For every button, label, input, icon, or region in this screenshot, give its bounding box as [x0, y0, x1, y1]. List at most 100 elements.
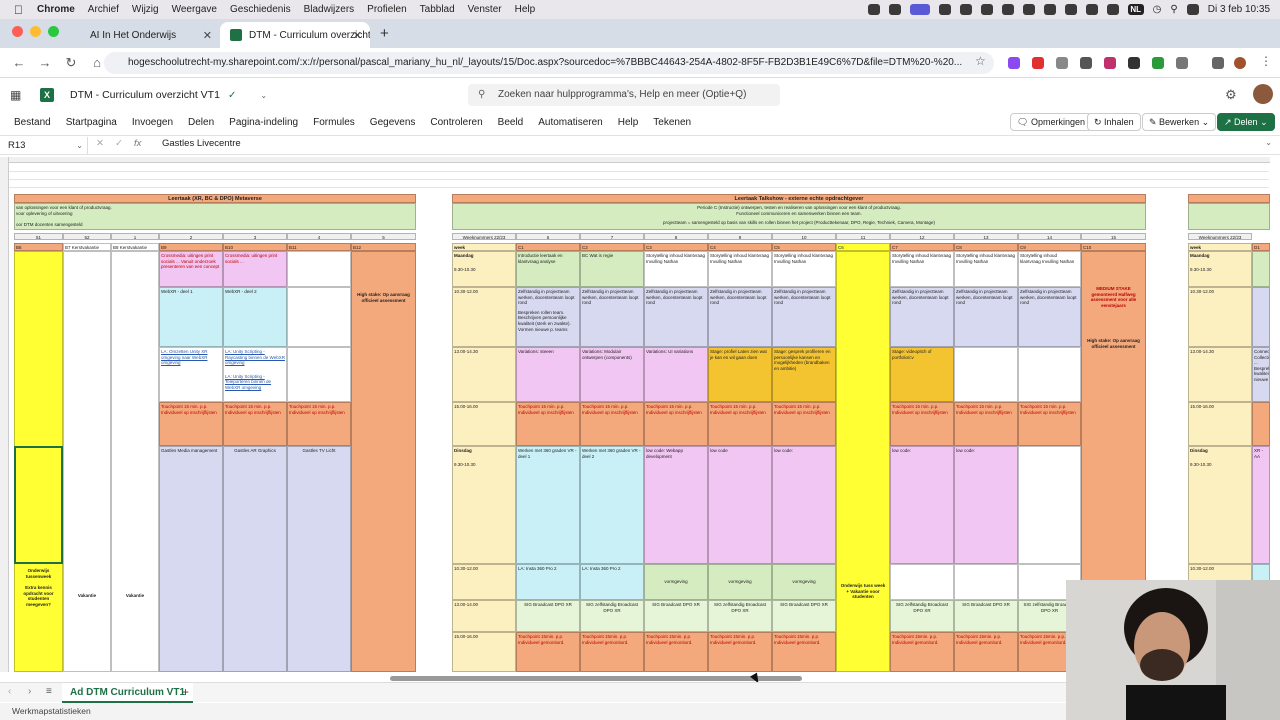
- week-number-cell[interactable]: 14: [1018, 233, 1081, 240]
- tab-automatiseren[interactable]: Automatiseren: [538, 117, 602, 128]
- sig-cell[interactable]: SIG Broadcast DPO XR: [644, 600, 708, 632]
- tab-startpagina[interactable]: Startpagina: [66, 117, 117, 128]
- code-cell[interactable]: B12: [351, 243, 416, 251]
- chrome-menu-icon[interactable]: ⋮: [1260, 54, 1272, 68]
- week-number-cell[interactable]: 8: [644, 233, 708, 240]
- download-icon[interactable]: [1212, 57, 1224, 69]
- user-avatar[interactable]: [1253, 84, 1273, 104]
- week-number-cell[interactable]: 7: [580, 233, 644, 240]
- extension-icon[interactable]: [1104, 57, 1116, 69]
- code-cell[interactable]: B10: [223, 243, 287, 251]
- control-center-icon[interactable]: [1186, 4, 1199, 15]
- sig-cell[interactable]: SIG Broadcast DPO XR: [516, 600, 580, 632]
- empty-cell[interactable]: [954, 564, 1018, 600]
- code-cell[interactable]: D1: [1252, 243, 1270, 251]
- week-number-cell[interactable]: 5: [351, 233, 416, 240]
- search-icon[interactable]: ⚲: [1170, 4, 1177, 15]
- left-block-title[interactable]: Leertaak (XR, BC & DPO) Metaverse: [14, 194, 416, 203]
- menu-bladwijzers[interactable]: Bladwijzers: [304, 4, 355, 15]
- webxr-cell[interactable]: WebXR - deel 1: [159, 287, 223, 347]
- schedule-cell[interactable]: Stage: profiel Laten zien wat je kan en …: [708, 347, 772, 402]
- code-cell[interactable]: B9: [159, 243, 223, 251]
- schedule-cell[interactable]: low code:: [772, 446, 836, 564]
- app-launcher-icon[interactable]: ▦: [10, 88, 21, 102]
- schedule-cell[interactable]: [1252, 287, 1270, 347]
- comments-button[interactable]: 🗨 Opmerkingen: [1010, 113, 1092, 131]
- tab-delen[interactable]: Delen: [188, 117, 214, 128]
- touchpoint-cell[interactable]: Touchpoint 15 min. p.p. Individueel op i…: [1018, 402, 1081, 446]
- time-cell[interactable]: 10.30-12.00: [1188, 287, 1252, 347]
- touchpoint-cell[interactable]: Touchpoint 15 min. p.p. Individueel op i…: [644, 402, 708, 446]
- tab-pagina-indeling[interactable]: Pagina-indeling: [229, 117, 298, 128]
- code-cell[interactable]: C4: [708, 243, 772, 251]
- camera-extension-icon[interactable]: [1056, 57, 1068, 69]
- touchpoint-cell[interactable]: Touchpoint 15 min. p.p. Individueel op i…: [772, 402, 836, 446]
- week-number-cell[interactable]: 51: [14, 233, 63, 240]
- schedule-cell[interactable]: Zelfstandig in projectteam werken, docen…: [772, 287, 836, 347]
- touchpoint-cell[interactable]: Touchpoint 15 min. p.p. Individueel op i…: [159, 402, 223, 446]
- touchpoint-cell[interactable]: Touchpoint 15min. p.p. Individueel gemon…: [580, 632, 644, 672]
- tab-help[interactable]: Help: [618, 117, 639, 128]
- status-icon[interactable]: [938, 4, 951, 15]
- touchpoint-cell[interactable]: Touchpoint 15min. p.p. Individueel gemon…: [954, 632, 1018, 672]
- schedule-cell[interactable]: vormgeving: [708, 564, 772, 600]
- status-icon[interactable]: [1001, 4, 1014, 15]
- touchpoint-cell[interactable]: Touchpoint 15 min. p.p. Individueel op i…: [708, 402, 772, 446]
- schedule-cell[interactable]: low code:: [890, 446, 954, 564]
- code-cell[interactable]: B7 Kerstvakantie: [63, 243, 111, 251]
- code-cell[interactable]: B8 Kerstvakantie: [111, 243, 159, 251]
- gastles-cell[interactable]: Gastles Media management: [159, 446, 223, 672]
- schedule-cell[interactable]: Variations: UI variations: [644, 347, 708, 402]
- empty-cell[interactable]: [287, 347, 351, 402]
- gastles-cell[interactable]: Gastles AR Graphics: [223, 446, 287, 672]
- extension-icon[interactable]: [1128, 57, 1140, 69]
- status-icon[interactable]: [1106, 4, 1119, 15]
- column-headers[interactable]: [0, 157, 1270, 163]
- week-number-cell[interactable]: 1: [111, 233, 159, 240]
- excel-logo-icon[interactable]: X: [40, 88, 54, 102]
- name-box[interactable]: R13 ⌄: [4, 137, 88, 154]
- high-stake-cell[interactable]: High stake: Op aanvraag officieel assess…: [351, 251, 416, 672]
- close-tab-icon[interactable]: ✕: [203, 29, 212, 42]
- touchpoint-cell[interactable]: [1252, 402, 1270, 446]
- close-tab-icon[interactable]: ✕: [353, 29, 362, 42]
- week-number-cell[interactable]: 2: [159, 233, 223, 240]
- schedule-cell[interactable]: Storytelling inhoud klantvraag Invulling…: [954, 251, 1018, 287]
- status-icon[interactable]: [959, 4, 972, 15]
- week-label-cell[interactable]: week: [1188, 243, 1252, 251]
- schedule-cell[interactable]: Introductie leertaak en klantvraag analy…: [516, 251, 580, 287]
- time-cell[interactable]: 10.30-12.00: [452, 287, 516, 347]
- schedule-cell[interactable]: Zelfstandig in projectteam werken, docen…: [580, 287, 644, 347]
- time-machine-icon[interactable]: [1085, 4, 1098, 15]
- sheet-tab-active[interactable]: Ad DTM Curriculum VT1: [62, 683, 194, 703]
- new-tab-icon[interactable]: +: [380, 25, 389, 42]
- week-number-cell[interactable]: 4: [287, 233, 351, 240]
- week-number-cell[interactable]: 12: [890, 233, 954, 240]
- menu-profielen[interactable]: Profielen: [367, 4, 406, 15]
- schedule-cell[interactable]: Zelfstandig in projectteam werken, docen…: [644, 287, 708, 347]
- empty-cell[interactable]: [954, 347, 1018, 402]
- weeknumbers-label[interactable]: Weeknummers 22/23: [1188, 233, 1252, 240]
- status-icon[interactable]: [1022, 4, 1035, 15]
- touchpoint-cell[interactable]: Touchpoint 15 min. p.p. Individueel op i…: [954, 402, 1018, 446]
- input-source-icon[interactable]: NL: [1127, 4, 1144, 15]
- tab-bestand[interactable]: Bestand: [14, 117, 51, 128]
- time-cell[interactable]: 15.00-16.00: [1188, 402, 1252, 446]
- empty-cell[interactable]: [287, 251, 351, 287]
- schedule-cell[interactable]: LA: Insta 360 Pro 2: [580, 564, 644, 600]
- menu-tabblad[interactable]: Tabblad: [420, 4, 455, 15]
- empty-cell[interactable]: [1018, 446, 1081, 564]
- status-icon[interactable]: [1064, 4, 1077, 15]
- tab-invoegen[interactable]: Invoegen: [132, 117, 173, 128]
- wifi-icon[interactable]: ◷: [1153, 4, 1162, 15]
- status-icon[interactable]: [867, 4, 880, 15]
- code-cell[interactable]: C8: [954, 243, 1018, 251]
- back-icon[interactable]: ←: [12, 55, 26, 70]
- schedule-cell[interactable]: Storytelling inhoud klantvraag Invulling…: [772, 251, 836, 287]
- extension-icon[interactable]: [1032, 57, 1044, 69]
- extension-icon[interactable]: [1080, 57, 1092, 69]
- catch-up-button[interactable]: ↻ Inhalen: [1087, 113, 1141, 131]
- extension-icon[interactable]: [1008, 57, 1020, 69]
- next-block-title[interactable]: [1188, 194, 1270, 203]
- expand-formula-icon[interactable]: ⌄: [1265, 138, 1272, 147]
